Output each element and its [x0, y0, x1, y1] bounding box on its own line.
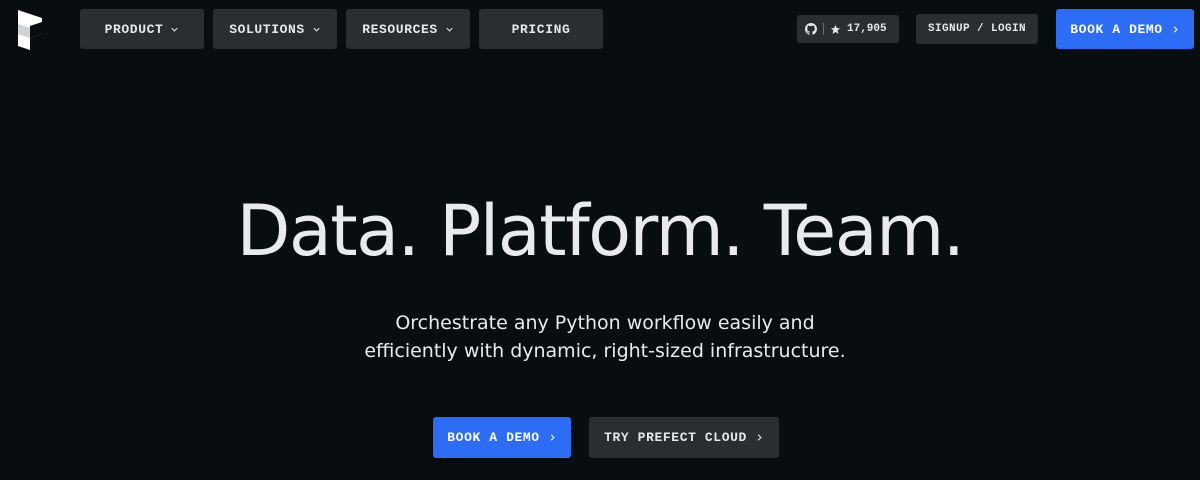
nav-resources-button[interactable]: RESOURCES	[346, 9, 470, 49]
book-demo-hero-button[interactable]: BOOK A DEMO	[433, 417, 571, 458]
try-prefect-cloud-button[interactable]: TRY PREFECT CLOUD	[589, 417, 779, 458]
nav-resources-label: RESOURCES	[362, 21, 438, 37]
book-demo-header-label: BOOK A DEMO	[1070, 21, 1163, 37]
star-icon	[830, 24, 841, 34]
nav-pricing-label: PRICING	[511, 21, 571, 37]
chevron-down-icon	[313, 27, 320, 32]
nav-product-label: PRODUCT	[104, 21, 164, 37]
hero-subtitle: Orchestrate any Python workflow easily a…	[300, 309, 910, 365]
try-prefect-cloud-label: TRY PREFECT CLOUD	[604, 430, 747, 445]
signup-login-label: SIGNUP / LOGIN	[927, 23, 1026, 35]
chevron-right-icon	[1173, 25, 1178, 33]
book-demo-header-button[interactable]: BOOK A DEMO	[1056, 9, 1194, 49]
chevron-down-icon	[446, 27, 453, 32]
nav-solutions-button[interactable]: SOLUTIONS	[213, 9, 337, 49]
hero-subtitle-line-2: efficiently with dynamic, right-sized in…	[364, 340, 846, 362]
nav-solutions-label: SOLUTIONS	[229, 21, 305, 37]
prefect-logo-icon[interactable]	[16, 10, 44, 50]
book-demo-hero-label: BOOK A DEMO	[447, 430, 540, 445]
hero-subtitle-line-1: Orchestrate any Python workflow easily a…	[395, 312, 815, 334]
page: PRODUCT SOLUTIONS RESOURCES PRICING 17,9…	[0, 0, 1200, 480]
github-icon	[805, 23, 817, 35]
chevron-right-icon	[550, 434, 555, 441]
github-star-count: 17,905	[847, 23, 887, 35]
signup-login-button[interactable]: SIGNUP / LOGIN	[916, 14, 1038, 44]
divider	[823, 23, 824, 35]
nav-pricing-button[interactable]: PRICING	[479, 9, 603, 49]
chevron-right-icon	[757, 434, 762, 441]
nav-product-button[interactable]: PRODUCT	[80, 9, 204, 49]
chevron-down-icon	[171, 27, 178, 32]
hero-title: Data. Platform. Team.	[236, 190, 965, 272]
github-stars-badge[interactable]: 17,905	[797, 15, 899, 43]
